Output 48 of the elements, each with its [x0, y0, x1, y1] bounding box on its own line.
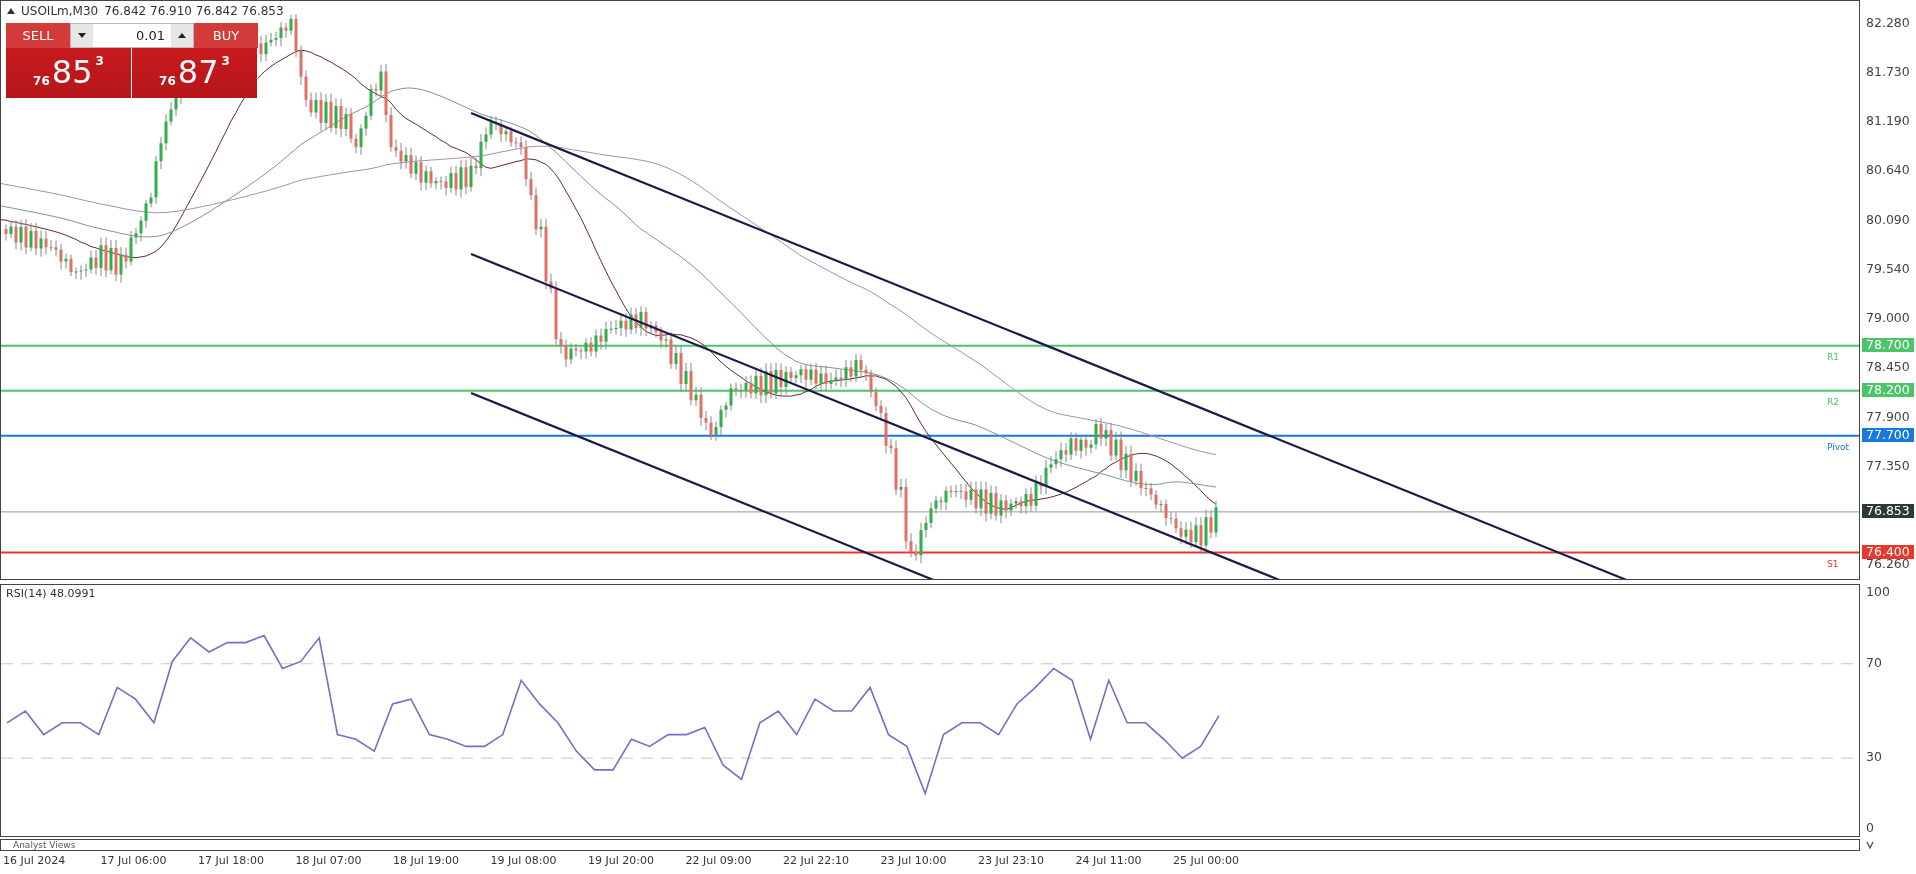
collapse-icon[interactable] — [7, 8, 15, 14]
time-label: 24 Jul 11:00 — [1075, 853, 1143, 869]
level-label: Pivot — [1827, 441, 1850, 452]
time-label: 19 Jul 08:00 — [490, 853, 558, 869]
time-label: 18 Jul 19:00 — [393, 853, 460, 869]
buy-button[interactable]: BUY — [194, 23, 258, 48]
level-label: R1 — [1827, 351, 1839, 362]
caret-icon[interactable] — [1866, 841, 1874, 849]
level-label: R2 — [1827, 396, 1839, 407]
price-tick-label: 80.090 — [1866, 211, 1910, 227]
price-tick-label: 77.350 — [1866, 458, 1910, 474]
price-tick-label: 81.730 — [1866, 64, 1910, 80]
price-level-tag: 76.400 — [1862, 544, 1914, 559]
analyst-views-label: Analyst Views — [13, 840, 76, 850]
price-tick-label: 79.000 — [1866, 309, 1910, 325]
sell-button[interactable]: SELL — [6, 23, 70, 48]
price-tick-label: 77.900 — [1866, 408, 1910, 424]
rsi-tick-label: 100 — [1866, 584, 1890, 599]
time-label: 16 Jul 2024 — [3, 853, 67, 869]
rsi-title: RSI(14) 48.0991 — [6, 587, 96, 600]
rsi-tick-label: 70 — [1866, 654, 1882, 670]
time-label: 17 Jul 18:00 — [198, 853, 265, 869]
time-label: 22 Jul 22:10 — [783, 853, 850, 869]
price-tick-label: 82.280 — [1866, 15, 1910, 30]
symbol-label: USOILm,M30 — [21, 4, 99, 18]
time-label: 23 Jul 23:10 — [978, 853, 1045, 869]
rsi-tick-label: 30 — [1866, 749, 1882, 765]
price-tick-label: 78.450 — [1866, 359, 1910, 375]
price-tick-label: 81.190 — [1866, 113, 1910, 128]
time-label: 22 Jul 09:00 — [685, 853, 753, 869]
price-tick-label: 76.260 — [1866, 556, 1910, 572]
level-label: S1 — [1827, 558, 1839, 569]
time-label: 17 Jul 06:00 — [100, 853, 168, 869]
price-tick-label: 79.540 — [1866, 261, 1910, 277]
time-label: 23 Jul 10:00 — [880, 853, 948, 869]
current-price-tag: 76.853 — [1862, 503, 1914, 518]
price-level-tag: 78.200 — [1862, 382, 1914, 397]
price-tick-label: 80.640 — [1866, 162, 1910, 178]
time-label: 18 Jul 07:00 — [295, 853, 363, 869]
price-level-tag: 77.700 — [1862, 427, 1914, 442]
increase-icon[interactable] — [178, 33, 186, 38]
ohlc-values: 76.842 76.910 76.842 76.853 — [104, 4, 284, 18]
price-level-tag: 78.700 — [1862, 337, 1914, 352]
lot-size-field[interactable]: 0.01 — [70, 23, 194, 48]
time-label: 25 Jul 00:00 — [1173, 853, 1240, 869]
time-label: 19 Jul 20:00 — [588, 853, 655, 869]
rsi-tick-label: 0 — [1866, 819, 1874, 835]
decrease-icon[interactable] — [78, 33, 86, 38]
